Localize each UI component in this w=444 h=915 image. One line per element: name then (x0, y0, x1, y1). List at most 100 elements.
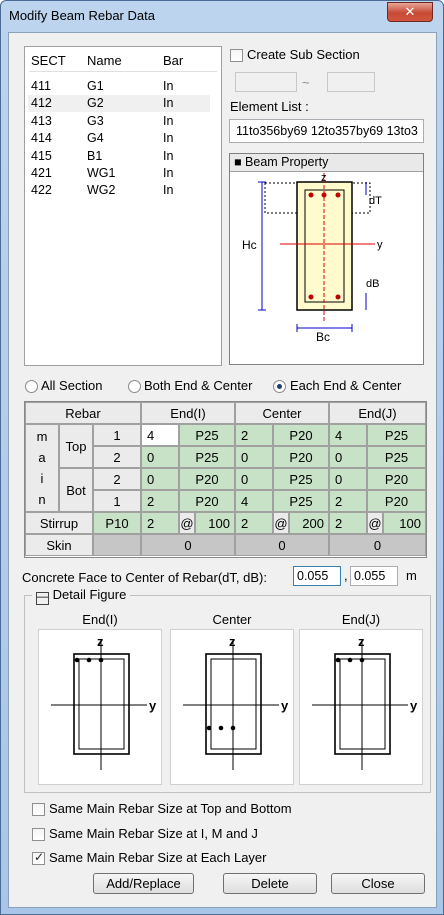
end-j-count-cell[interactable]: 4 (329, 424, 367, 446)
stirrup-j-spacing-cell[interactable]: 100 (383, 512, 426, 534)
detail-figure-label: Detail Figure (52, 587, 127, 602)
hc-label: Hc (242, 238, 257, 252)
skin-label: Skin (25, 534, 93, 556)
detail-section-diagram: z y (312, 634, 418, 770)
collapse-toggle-icon[interactable]: — (36, 592, 49, 605)
element-list-input[interactable]: 11to356by69 12to357by69 13to3 (229, 119, 424, 143)
stirrup-c-spacing-cell[interactable]: 200 (289, 512, 329, 534)
stirrup-c-count-cell[interactable]: 2 (235, 512, 273, 534)
element-list-label: Element List : (230, 99, 309, 114)
stirrup-at-symbol[interactable]: @ (179, 512, 195, 534)
end-i-size-cell[interactable]: P20 (179, 468, 235, 490)
both-end-center-label: Both End & Center (144, 378, 253, 393)
section-sect: 421 (31, 166, 52, 180)
col-header-sect[interactable]: SECT (31, 53, 66, 68)
end-j-size-cell[interactable]: P20 (367, 490, 426, 512)
center-count-cell[interactable]: 4 (235, 490, 273, 512)
stirrup-i-count-cell[interactable]: 2 (141, 512, 179, 534)
y-axis-label: y (149, 698, 157, 713)
center-size-cell[interactable]: P20 (273, 424, 329, 446)
sub-section-to-input[interactable] (327, 72, 375, 92)
end-j-count-cell[interactable]: 0 (329, 446, 367, 468)
cover-db-input[interactable]: 0.055 (350, 566, 398, 586)
same-layer-checkbox[interactable] (32, 850, 45, 865)
section-row[interactable]: 412 G2 In (28, 95, 210, 113)
header-end-j: End(J) (329, 402, 426, 424)
section-bar: In (163, 183, 174, 198)
z-axis-label: z (97, 634, 104, 649)
center-size-cell[interactable]: P25 (273, 490, 329, 512)
col-header-bar[interactable]: Bar (163, 53, 183, 68)
end-i-size-cell[interactable]: P20 (179, 490, 235, 512)
close-window-button[interactable]: ✕ (387, 2, 433, 22)
end-j-count-cell[interactable]: 0 (329, 468, 367, 490)
stirrup-at-symbol[interactable]: @ (367, 512, 383, 534)
window-title: Modify Beam Rebar Data (9, 8, 155, 23)
each-end-center-radio[interactable] (273, 380, 286, 393)
section-row[interactable]: 414 G4 In (28, 130, 210, 147)
header-end-i: End(I) (141, 402, 235, 424)
dt-label: dT (369, 195, 382, 207)
rebar-dot (335, 294, 341, 300)
title-bar[interactable]: Modify Beam Rebar Data ✕ (1, 1, 443, 33)
end-i-count-cell[interactable]: 2 (141, 490, 179, 512)
skin-center-cell[interactable]: 0 (235, 534, 329, 556)
center-count-cell[interactable]: 0 (235, 446, 273, 468)
header-divider (29, 71, 217, 72)
stirrup-i-spacing-cell[interactable]: 100 (195, 512, 235, 534)
end-j-count-cell[interactable]: 2 (329, 490, 367, 512)
center-count-cell[interactable]: 2 (235, 424, 273, 446)
beam-section-diagram: z y dT dB Hc Bc (242, 173, 383, 344)
center-size-cell[interactable]: P25 (273, 468, 329, 490)
same-layer-label: Same Main Rebar Size at Each Layer (49, 850, 267, 865)
all-section-radio[interactable] (25, 380, 38, 393)
create-sub-section-checkbox[interactable] (230, 49, 243, 62)
end-i-count-cell[interactable]: 4 (141, 424, 179, 446)
section-row[interactable]: 415 B1 In (28, 148, 210, 165)
skin-end-j-cell[interactable]: 0 (329, 534, 426, 556)
sub-section-from-input[interactable] (235, 72, 297, 92)
section-row[interactable]: 411 G1 In (28, 78, 210, 95)
center-count-cell[interactable]: 0 (235, 468, 273, 490)
stirrup-j-count-cell[interactable]: 2 (329, 512, 367, 534)
end-i-size-cell[interactable]: P25 (179, 424, 235, 446)
section-row[interactable]: 421 WG1 In (28, 165, 210, 182)
top-label: Top (59, 424, 93, 468)
rebar-dot (347, 657, 353, 663)
rebar-dot (335, 657, 341, 663)
center-size-cell[interactable]: P20 (273, 446, 329, 468)
same-imj-checkbox[interactable] (32, 828, 45, 841)
same-top-bottom-checkbox[interactable] (32, 803, 45, 816)
end-j-size-cell[interactable]: P20 (367, 468, 426, 490)
detail-figure-2: z y (299, 629, 423, 785)
layer-label: 2 (93, 446, 141, 468)
section-name: G1 (87, 79, 104, 93)
each-end-center-label: Each End & Center (290, 378, 402, 393)
end-i-count-cell[interactable]: 0 (141, 446, 179, 468)
rebar-dot (86, 657, 92, 663)
end-i-size-cell[interactable]: P25 (179, 446, 235, 468)
end-i-count-cell[interactable]: 0 (141, 468, 179, 490)
rebar-dot (359, 657, 365, 663)
col-header-name[interactable]: Name (87, 53, 122, 68)
section-row[interactable]: 422 WG2 In (28, 182, 210, 199)
section-bar: In (163, 79, 174, 93)
end-j-size-cell[interactable]: P25 (367, 424, 426, 446)
close-button[interactable]: Close (331, 873, 425, 894)
stirrup-at-symbol[interactable]: @ (273, 512, 289, 534)
stirrup-size-cell[interactable]: P10 (93, 512, 141, 534)
delete-button[interactable]: Delete (223, 873, 317, 894)
section-name: WG2 (87, 183, 116, 198)
dialog-window: Modify Beam Rebar Data ✕ SECT Name Bar 4… (0, 0, 444, 915)
section-row[interactable]: 413 G3 In (28, 113, 210, 130)
db-label: dB (366, 278, 379, 290)
add-replace-button[interactable]: Add/Replace (93, 873, 194, 894)
detail-section-diagram: z y (51, 634, 157, 770)
rebar-dot (308, 192, 314, 198)
dialog-body: SECT Name Bar 411 G1 In 412 G2 In 413 G3 In 414 G4… (8, 32, 437, 908)
end-j-size-cell[interactable]: P25 (367, 446, 426, 468)
section-list[interactable]: SECT Name Bar 411 G1 In 412 G2 In 413 G3 In 414 G4… (24, 46, 222, 366)
cover-dt-input[interactable]: 0.055 (293, 566, 341, 586)
skin-end-i-cell[interactable]: 0 (141, 534, 235, 556)
both-end-center-radio[interactable] (128, 380, 141, 393)
